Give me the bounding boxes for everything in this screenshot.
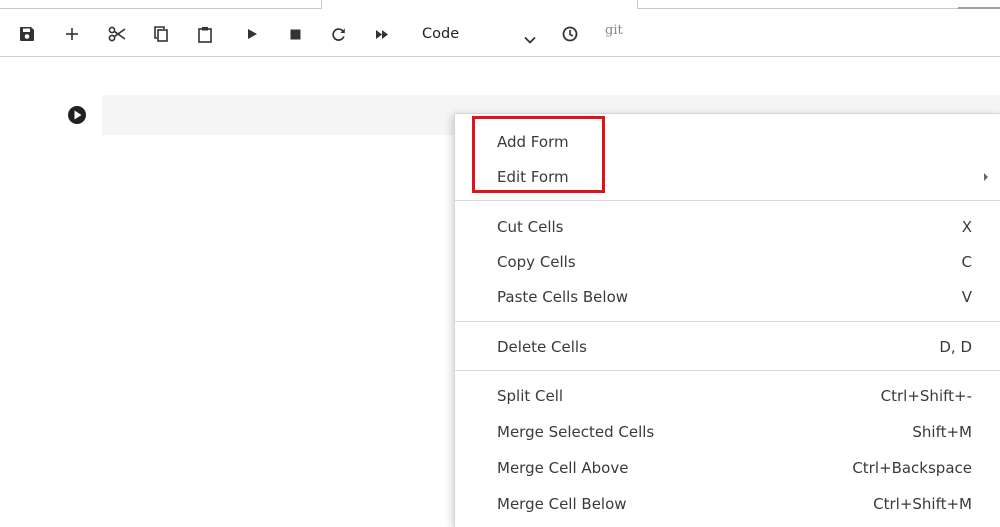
menu-item-cut-cells[interactable]: Cut Cells X (455, 209, 1000, 245)
menu-item-paste-cells-below[interactable]: Paste Cells Below V (455, 279, 1000, 315)
menu-item-label: Merge Cell Below (497, 495, 627, 513)
copy-icon (154, 26, 168, 42)
scissors-icon (108, 26, 126, 42)
stop-icon (290, 29, 301, 40)
save-button[interactable] (14, 21, 40, 47)
menu-item-merge-cell-above[interactable]: Merge Cell Above Ctrl+Backspace (455, 450, 1000, 486)
menu-item-merge-cell-below[interactable]: Merge Cell Below Ctrl+Shift+M (455, 486, 1000, 522)
history-button[interactable] (557, 21, 583, 47)
menu-separator (455, 200, 1000, 201)
menu-item-label: Paste Cells Below (497, 288, 629, 306)
menu-item-shortcut: V (961, 288, 972, 306)
menu-item-add-form[interactable]: Add Form (455, 124, 1000, 160)
cell-run-button[interactable] (67, 105, 87, 125)
restart-button[interactable] (325, 21, 351, 47)
menu-item-delete-cells[interactable]: Delete Cells D, D (455, 329, 1000, 365)
plus-icon (65, 27, 79, 41)
git-button[interactable]: git (605, 23, 623, 38)
menu-separator (455, 370, 1000, 371)
submenu-arrow-icon (984, 173, 988, 181)
menu-item-label: Edit Form (497, 168, 569, 186)
menu-item-label: Delete Cells (497, 338, 587, 356)
clock-icon (562, 26, 578, 42)
menu-item-shortcut: X (961, 218, 972, 236)
interrupt-button[interactable] (282, 21, 308, 47)
menu-item-label: Merge Cell Above (497, 459, 629, 477)
paste-button[interactable] (192, 21, 218, 47)
menu-item-merge-selected-cells[interactable]: Merge Selected Cells Shift+M (455, 414, 1000, 450)
fast-forward-icon (375, 29, 389, 40)
insert-cell-button[interactable] (59, 21, 85, 47)
refresh-icon (331, 27, 346, 42)
top-panel-scrollbar (958, 7, 1000, 9)
cell-type-select[interactable]: Code (418, 21, 540, 47)
floppy-disk-icon (19, 26, 35, 42)
menu-item-split-cell[interactable]: Split Cell Ctrl+Shift+- (455, 378, 1000, 414)
clipboard-icon (198, 26, 212, 43)
top-panel-edge-right (637, 0, 1000, 9)
copy-button[interactable] (148, 21, 174, 47)
cut-button[interactable] (104, 21, 130, 47)
menu-item-label: Copy Cells (497, 253, 576, 271)
restart-run-all-button[interactable] (369, 21, 395, 47)
run-circle-icon (67, 106, 87, 129)
menu-separator (455, 321, 1000, 322)
chevron-down-icon (524, 29, 536, 48)
menu-item-shortcut: C (961, 253, 972, 271)
menu-item-label: Merge Selected Cells (497, 423, 655, 441)
top-panel-edge-left (0, 0, 322, 9)
menu-item-shortcut: Shift+M (912, 423, 972, 441)
menu-item-label: Add Form (497, 133, 569, 151)
menu-item-shortcut: Ctrl+Backspace (852, 459, 972, 477)
run-button[interactable] (239, 21, 265, 47)
menu-item-shortcut: Ctrl+Shift+M (873, 495, 972, 513)
menu-item-label: Split Cell (497, 387, 564, 405)
menu-item-label: Cut Cells (497, 218, 564, 236)
menu-item-shortcut: D, D (939, 338, 972, 356)
play-icon (246, 28, 258, 40)
menu-item-edit-form[interactable]: Edit Form (455, 159, 1000, 195)
notebook-toolbar: Code (0, 17, 1000, 57)
cell-context-menu: Add Form Edit Form Cut Cells X Copy Cell… (454, 113, 1000, 527)
menu-item-shortcut: Ctrl+Shift+- (880, 387, 972, 405)
menu-item-copy-cells[interactable]: Copy Cells C (455, 244, 1000, 280)
cell-type-value: Code (422, 26, 460, 42)
